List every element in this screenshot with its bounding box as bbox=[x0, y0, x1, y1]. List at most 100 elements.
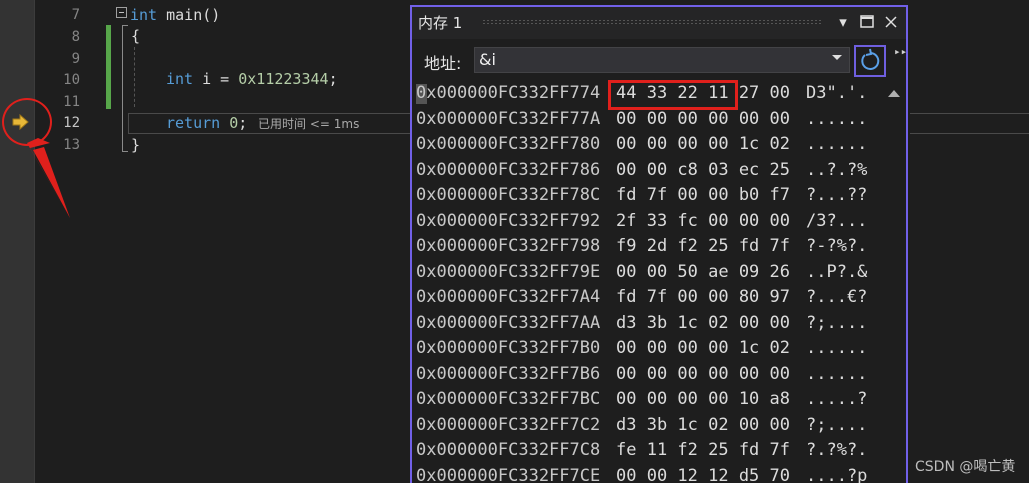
watermark: CSDN @喝亡黄 bbox=[915, 459, 1016, 475]
code-line-12[interactable]: return 0; bbox=[166, 112, 247, 134]
memory-bytes[interactable]: fd 7f 00 00 80 97 bbox=[616, 285, 790, 311]
memory-chars: ?-?%?. bbox=[806, 236, 868, 256]
memory-bytes[interactable]: fe 11 f2 25 fd 7f bbox=[616, 438, 790, 464]
memory-window-titlebar[interactable]: 内存 1 ▾ bbox=[412, 7, 906, 39]
memory-grid[interactable]: 0x000000FC332FF774 44 33 22 11 27 00 D3".'… bbox=[416, 81, 892, 483]
close-icon[interactable] bbox=[880, 11, 902, 33]
code-text: ; bbox=[328, 70, 338, 88]
memory-bytes[interactable]: f9 2d f2 25 fd 7f bbox=[616, 234, 790, 260]
address-bar: 地址: &i ▸▸ bbox=[412, 45, 906, 79]
memory-row[interactable]: 0x000000FC332FF7B0 00 00 00 00 1c 02.....… bbox=[416, 336, 892, 362]
maximize-icon[interactable] bbox=[856, 11, 878, 33]
memory-row[interactable]: 0x000000FC332FF786 00 00 c8 03 ec 25..?.?… bbox=[416, 158, 892, 184]
line-number: 7 bbox=[71, 7, 80, 23]
line-number: 9 bbox=[71, 51, 80, 67]
number-literal: 0 bbox=[229, 114, 239, 132]
memory-address: 0x000000FC332FF7AA bbox=[416, 312, 601, 333]
memory-address: 0x000000FC332FF7B6 bbox=[416, 363, 601, 384]
annotation-highlight-box bbox=[608, 80, 738, 110]
code-line-13[interactable]: } bbox=[131, 134, 140, 156]
memory-row[interactable]: 0x000000FC332FF79E 00 00 50 ae 09 26 ..P?.… bbox=[416, 260, 892, 286]
code-line-7[interactable]: int main() bbox=[130, 4, 220, 26]
number-literal: 0x11223344 bbox=[238, 70, 329, 88]
line-number: 11 bbox=[63, 94, 80, 110]
memory-bytes[interactable]: 00 00 00 00 10 a8 bbox=[616, 387, 790, 413]
memory-bytes[interactable]: 00 00 00 00 1c 02 bbox=[616, 336, 790, 362]
memory-row[interactable]: 0x000000FC332FF798 f9 2d f2 25 fd 7f ?-?%?… bbox=[416, 234, 892, 260]
memory-bytes[interactable]: 00 00 50 ae 09 26 bbox=[616, 260, 790, 286]
memory-row[interactable]: 0x000000FC332FF7C2 d3 3b 1c 02 00 00?;...… bbox=[416, 413, 892, 439]
memory-address: 0x000000FC332FF77A bbox=[416, 108, 601, 129]
memory-chars: ...... bbox=[806, 108, 868, 129]
code-line-10[interactable]: int i = 0x11223344; bbox=[166, 68, 338, 90]
current-line-highlight-right bbox=[910, 113, 1029, 134]
memory-chars: ...... bbox=[806, 134, 868, 154]
memory-row[interactable]: 0x000000FC332FF77A 00 00 00 00 00 00.....… bbox=[416, 107, 892, 133]
titlebar-grip[interactable] bbox=[482, 19, 822, 25]
memory-row[interactable]: 0x000000FC332FF792 2f 33 fc 00 00 00/3?..… bbox=[416, 209, 892, 235]
memory-chars: /3?... bbox=[806, 210, 868, 231]
memory-chars: .....? bbox=[806, 389, 868, 409]
memory-address: 0x000000FC332FF7C8 bbox=[416, 440, 601, 460]
indent-guide bbox=[134, 47, 135, 107]
memory-bytes[interactable]: d3 3b 1c 02 00 00 bbox=[616, 413, 790, 439]
refresh-icon bbox=[861, 48, 880, 70]
memory-bytes[interactable]: d3 3b 1c 02 00 00 bbox=[616, 311, 790, 337]
memory-row[interactable]: 0x000000FC332FF780 00 00 00 00 1c 02.....… bbox=[416, 132, 892, 158]
memory-address: 0x000000FC332FF7BC bbox=[416, 389, 601, 409]
memory-bytes[interactable]: 2f 33 fc 00 00 00 bbox=[616, 209, 790, 235]
refresh-button[interactable] bbox=[854, 45, 886, 77]
memory-chars: ?;.... bbox=[806, 312, 868, 333]
changed-lines-indicator bbox=[106, 25, 111, 109]
memory-row[interactable]: 0x000000FC332FF7CE 00 00 12 12 d5 70....?… bbox=[416, 464, 892, 483]
memory-bytes[interactable]: 00 00 00 00 1c 02 bbox=[616, 132, 790, 158]
memory-bytes[interactable]: fd 7f 00 00 b0 f7 bbox=[616, 183, 790, 209]
scroll-up-icon[interactable] bbox=[888, 90, 900, 97]
memory-address: 0x000000FC332FF780 bbox=[416, 134, 601, 154]
line-number: 10 bbox=[63, 72, 80, 88]
chevron-down-icon[interactable]: ▾ bbox=[832, 11, 854, 33]
memory-row[interactable]: 0x000000FC332FF7AA d3 3b 1c 02 00 00?;...… bbox=[416, 311, 892, 337]
memory-address: 0x000000FC332FF7C2 bbox=[416, 414, 601, 435]
memory-address: 0x000000FC332FF7A4 bbox=[416, 287, 601, 307]
memory-address: 0x000000FC332FF798 bbox=[416, 236, 601, 256]
memory-row[interactable]: 0x000000FC332FF7C8 fe 11 f2 25 fd 7f?.?%?… bbox=[416, 438, 892, 464]
memory-bytes[interactable]: 00 00 12 12 d5 70 bbox=[616, 464, 790, 483]
memory-chars: ..?.?% bbox=[806, 159, 868, 180]
memory-row[interactable]: 0x000000FC332FF7B6 00 00 00 00 00 00.....… bbox=[416, 362, 892, 388]
memory-row[interactable]: 0x000000FC332FF78C fd 7f 00 00 b0 f7?...?… bbox=[416, 183, 892, 209]
memory-bytes[interactable]: 00 00 c8 03 ec 25 bbox=[616, 158, 790, 184]
chevron-down-icon[interactable] bbox=[832, 55, 842, 60]
line-number: 8 bbox=[71, 29, 80, 45]
address-input[interactable]: &i bbox=[474, 47, 850, 73]
memory-window: 内存 1 ▾ 地址: &i ▸▸ 0x000000FC332FF774 44 33… bbox=[410, 5, 908, 483]
code-line-8[interactable]: { bbox=[131, 25, 140, 47]
line-number: 13 bbox=[63, 137, 80, 153]
collapse-icon[interactable] bbox=[116, 7, 127, 18]
code-text: ; bbox=[238, 114, 248, 132]
memory-chars: ?...€? bbox=[806, 287, 868, 307]
perf-tip[interactable]: 已用时间 <= 1ms bbox=[258, 114, 359, 134]
code-text: } bbox=[131, 136, 141, 154]
memory-chars: ...... bbox=[806, 338, 868, 358]
memory-address: 0x000000FC332FF792 bbox=[416, 210, 601, 231]
memory-chars: ...... bbox=[806, 363, 868, 384]
vertical-scrollbar[interactable] bbox=[882, 79, 904, 483]
memory-row[interactable]: 0x000000FC332FF7BC 00 00 00 00 10 a8.....… bbox=[416, 387, 892, 413]
memory-bytes[interactable]: 00 00 00 00 00 00 bbox=[616, 107, 790, 133]
memory-chars: ?.?%?. bbox=[806, 440, 868, 460]
code-text: { bbox=[131, 27, 141, 45]
code-text: main() bbox=[157, 6, 221, 24]
address-label: 地址: bbox=[424, 54, 462, 73]
memory-chars: ....?p bbox=[806, 465, 868, 483]
memory-bytes[interactable]: 00 00 00 00 00 00 bbox=[616, 362, 790, 388]
overflow-icon[interactable]: ▸▸ bbox=[894, 45, 906, 58]
memory-address: 0x000000FC332FF78C bbox=[416, 185, 601, 205]
line-number-current: 12 bbox=[63, 115, 80, 131]
keyword: int bbox=[130, 6, 158, 24]
memory-chars: ?;.... bbox=[806, 414, 868, 435]
memory-row[interactable]: 0x000000FC332FF7A4 fd 7f 00 00 80 97 ?...€… bbox=[416, 285, 892, 311]
memory-address: 0x000000FC332FF7CE bbox=[416, 465, 601, 483]
memory-window-title: 内存 1 bbox=[418, 14, 463, 32]
